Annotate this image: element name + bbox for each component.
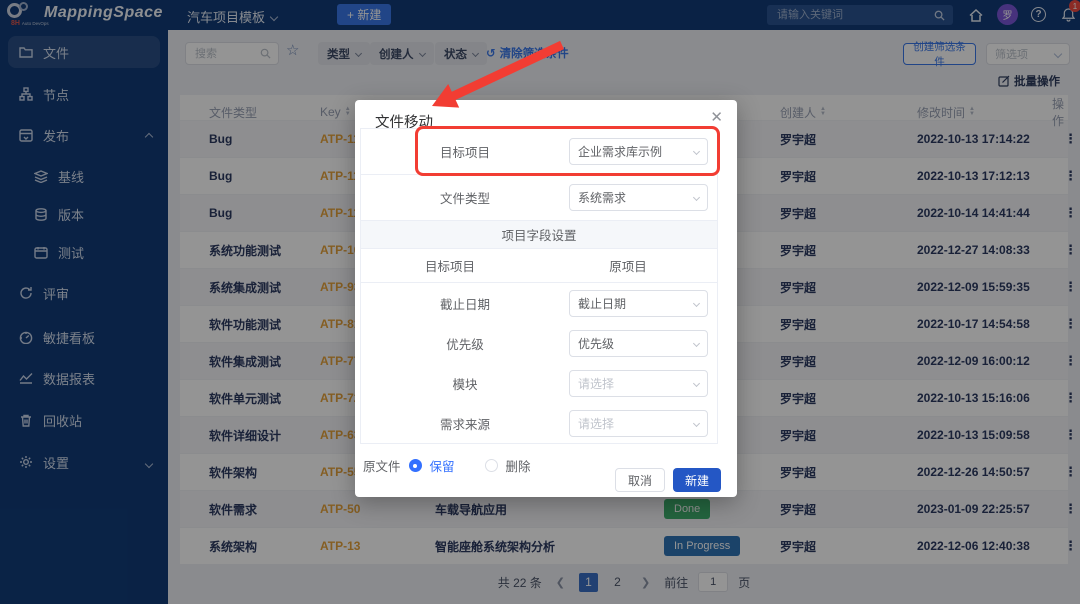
delete-radio[interactable]	[485, 459, 498, 472]
cancel-button[interactable]: 取消	[615, 468, 665, 492]
origin-file-label: 原文件	[363, 456, 401, 475]
target-project-select[interactable]: 企业需求库示例	[569, 138, 708, 165]
module-select[interactable]: 请选择	[569, 370, 708, 397]
chevron-down-icon	[693, 299, 700, 306]
chevron-down-icon	[693, 339, 700, 346]
requirement-source-row: 需求来源 请选择	[361, 403, 717, 443]
priority-row: 优先级 优先级	[361, 323, 717, 363]
fields-column-headers: 目标项目 原项目	[361, 249, 717, 283]
target-project-column: 目标项目	[361, 256, 539, 275]
origin-project-column: 原项目	[539, 256, 717, 275]
file-type-label: 文件类型	[361, 188, 569, 207]
keep-radio[interactable]	[409, 459, 422, 472]
due-date-label: 截止日期	[361, 294, 569, 313]
target-project-label: 目标项目	[361, 142, 569, 161]
file-move-dialog: 文件移动 ✕ 目标项目 企业需求库示例 文件类型 系统需求 项目字段设置 目标项…	[355, 100, 737, 497]
chevron-down-icon	[693, 148, 700, 155]
chevron-down-icon	[693, 419, 700, 426]
priority-value: 优先级	[578, 335, 614, 352]
module-label: 模块	[361, 374, 569, 393]
chevron-down-icon	[693, 194, 700, 201]
file-type-select[interactable]: 系统需求	[569, 184, 708, 211]
requirement-source-label: 需求来源	[361, 414, 569, 433]
requirement-source-select[interactable]: 请选择	[569, 410, 708, 437]
delete-radio-label[interactable]: 删除	[506, 456, 531, 475]
file-type-value: 系统需求	[578, 189, 626, 206]
keep-radio-label[interactable]: 保留	[430, 456, 455, 475]
priority-label: 优先级	[361, 334, 569, 353]
file-type-row: 文件类型 系统需求	[361, 175, 717, 221]
module-row: 模块 请选择	[361, 363, 717, 403]
dialog-form: 目标项目 企业需求库示例 文件类型 系统需求 项目字段设置 目标项目 原项目 截…	[360, 128, 718, 444]
target-project-value: 企业需求库示例	[578, 143, 662, 160]
due-date-row: 截止日期 截止日期	[361, 283, 717, 323]
origin-file-options: 原文件 保留 删除	[363, 456, 531, 475]
target-project-row: 目标项目 企业需求库示例	[361, 129, 717, 175]
priority-select[interactable]: 优先级	[569, 330, 708, 357]
confirm-button[interactable]: 新建	[673, 468, 721, 492]
close-icon[interactable]: ✕	[710, 108, 723, 126]
due-date-select[interactable]: 截止日期	[569, 290, 708, 317]
fields-section-title: 项目字段设置	[361, 221, 717, 249]
module-placeholder: 请选择	[578, 375, 614, 392]
app-window: 8H Auto DevOps MappingSpace 汽车项目模板 + 新建 …	[0, 0, 1080, 604]
due-date-value: 截止日期	[578, 295, 626, 312]
chevron-down-icon	[693, 379, 700, 386]
requirement-source-placeholder: 请选择	[578, 415, 614, 432]
